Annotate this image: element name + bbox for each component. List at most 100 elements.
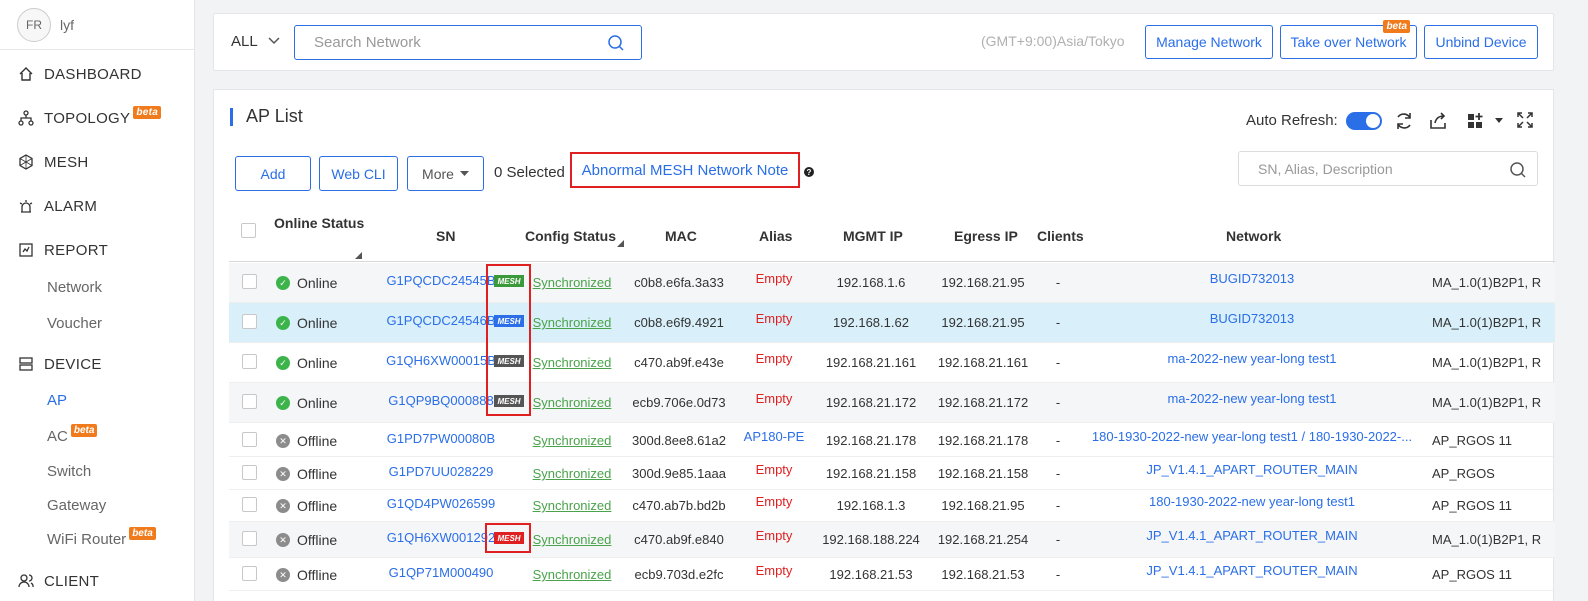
fullscreen-icon[interactable] <box>1516 111 1534 129</box>
nav-device-ac[interactable]: AC beta <box>47 424 98 445</box>
column-egress-ip[interactable]: Egress IP <box>954 228 1018 244</box>
column-network[interactable]: Network <box>1226 228 1281 244</box>
unbind-device-button[interactable]: Unbind Device <box>1424 25 1538 59</box>
table-row[interactable]: ✕ Offline G1PD7UU028229 Synchronized 300d.9e… <box>229 457 1555 490</box>
sn-link[interactable]: G1PQCDC24545B <box>386 273 495 288</box>
auto-refresh-toggle[interactable] <box>1346 112 1382 130</box>
more-dropdown[interactable]: More <box>407 156 484 191</box>
nav-report-voucher[interactable]: Voucher <box>47 315 102 332</box>
alias-value[interactable]: AP180-PE <box>744 429 805 444</box>
manage-network-button[interactable]: Manage Network <box>1145 25 1273 59</box>
config-status-link[interactable]: Synchronized <box>533 532 612 547</box>
network-link[interactable]: ma-2022-new year-long test1 <box>1167 351 1336 366</box>
nav-device[interactable]: DEVICE <box>0 354 195 374</box>
alias-value[interactable]: Empty <box>756 563 793 578</box>
search-icon[interactable] <box>1509 161 1527 179</box>
sn-link[interactable]: G1PQCDC24546B <box>386 313 495 328</box>
network-link[interactable]: 180-1930-2022-new year-long test1 <box>1149 494 1355 509</box>
column-alias[interactable]: Alias <box>759 228 792 244</box>
nav-alarm[interactable]: ALARM <box>0 196 195 216</box>
table-row[interactable]: ✓ Online G1QH6XW00015B MESH Synchronized c470… <box>229 343 1555 383</box>
sn-link[interactable]: G1PD7UU028229 <box>389 464 494 479</box>
row-checkbox[interactable] <box>242 531 257 546</box>
caret-down-icon[interactable] <box>1494 117 1504 125</box>
table-row[interactable]: ✓ Online G1PQCDC24545B MESH Synchronized c0b8… <box>229 263 1555 303</box>
nav-device-wifi-router[interactable]: WiFi Router beta <box>47 527 156 548</box>
device-search-input[interactable]: SN, Alias, Description <box>1238 151 1538 186</box>
row-checkbox[interactable] <box>242 566 257 581</box>
alias-value[interactable]: Empty <box>756 494 793 509</box>
table-row[interactable]: ✓ Online G1PQCDC24546B MESH Synchronized c0b8… <box>229 303 1555 343</box>
take-over-network-button[interactable]: Take over Network beta <box>1280 20 1417 59</box>
alias-value[interactable]: Empty <box>756 311 793 326</box>
row-checkbox[interactable] <box>242 465 257 480</box>
nav-device-gateway[interactable]: Gateway <box>47 497 106 514</box>
sn-link[interactable]: G1QP71M000490 <box>389 565 494 580</box>
help-icon[interactable]: ? <box>804 167 814 177</box>
alias-value[interactable]: Empty <box>756 271 793 286</box>
config-status-link[interactable]: Synchronized <box>533 315 612 330</box>
config-status-link[interactable]: Synchronized <box>533 498 612 513</box>
table-row[interactable]: ✓ Online G1QP9BQ000888 MESH Synchronized ecb9… <box>229 383 1555 423</box>
refresh-icon[interactable] <box>1394 111 1414 131</box>
nav-report[interactable]: REPORT <box>0 240 195 260</box>
row-checkbox[interactable] <box>242 354 257 369</box>
row-checkbox[interactable] <box>242 394 257 409</box>
network-link[interactable]: JP_V1.4.1_APART_ROUTER_MAIN <box>1146 462 1357 477</box>
config-status-link[interactable]: Synchronized <box>533 355 612 370</box>
alias-value[interactable]: Empty <box>756 391 793 406</box>
column-mac[interactable]: MAC <box>665 228 697 244</box>
column-sn[interactable]: SN <box>436 228 455 244</box>
search-icon[interactable] <box>607 34 625 52</box>
network-link[interactable]: 180-1930-2022-new year-long test1 / 180-… <box>1092 429 1412 444</box>
scope-select[interactable]: ALL <box>231 33 281 50</box>
column-config-status[interactable]: Config Status <box>525 228 616 244</box>
network-search-input[interactable]: Search Network <box>294 25 642 60</box>
column-clients[interactable]: Clients <box>1037 228 1084 244</box>
table-row[interactable]: ✕ Offline G1PD7PW00080B Synchronized 300d.8e… <box>229 424 1555 457</box>
column-settings-icon[interactable] <box>1466 111 1486 131</box>
sn-link[interactable]: G1QP9BQ000888 <box>388 393 494 408</box>
network-link[interactable]: BUGID732013 <box>1210 311 1295 326</box>
alias-value[interactable]: Empty <box>756 462 793 477</box>
row-checkbox[interactable] <box>242 274 257 289</box>
abnormal-mesh-note-link[interactable]: Abnormal MESH Network Note <box>570 152 800 188</box>
sort-icon[interactable] <box>355 252 362 259</box>
config-status-link[interactable]: Synchronized <box>533 395 612 410</box>
nav-dashboard[interactable]: DASHBOARD <box>0 64 195 84</box>
avatar[interactable]: FR <box>17 7 51 42</box>
row-checkbox[interactable] <box>242 314 257 329</box>
nav-topology[interactable]: TOPOLOGY beta <box>0 105 195 128</box>
network-link[interactable]: JP_V1.4.1_APART_ROUTER_MAIN <box>1146 563 1357 578</box>
sn-link[interactable]: G1QH6XW00015B <box>386 353 496 368</box>
nav-client[interactable]: CLIENT <box>0 571 195 591</box>
nav-device-switch[interactable]: Switch <box>47 463 91 480</box>
sn-link[interactable]: G1PD7PW00080B <box>387 431 495 446</box>
config-status-link[interactable]: Synchronized <box>533 567 612 582</box>
sort-icon[interactable] <box>617 240 624 247</box>
add-button[interactable]: Add <box>235 156 311 191</box>
network-link[interactable]: JP_V1.4.1_APART_ROUTER_MAIN <box>1146 528 1357 543</box>
export-icon[interactable] <box>1428 111 1448 131</box>
config-status-link[interactable]: Synchronized <box>533 433 612 448</box>
config-status-link[interactable]: Synchronized <box>533 275 612 290</box>
table-row[interactable]: ✕ Offline G1QP71M000490 Synchronized ecb9.70… <box>229 558 1555 591</box>
row-checkbox[interactable] <box>242 432 257 447</box>
user-profile[interactable]: FR lyf <box>0 0 194 50</box>
column-online-status[interactable]: Online Status <box>274 215 364 231</box>
nav-device-ap[interactable]: AP <box>47 392 67 409</box>
sn-link[interactable]: G1QH6XW001292 <box>387 530 495 545</box>
web-cli-button[interactable]: Web CLI <box>319 156 398 191</box>
alias-value[interactable]: Empty <box>756 528 793 543</box>
nav-mesh[interactable]: MESH <box>0 152 195 172</box>
config-status-link[interactable]: Synchronized <box>533 466 612 481</box>
alias-value[interactable]: Empty <box>756 351 793 366</box>
column-mgmt-ip[interactable]: MGMT IP <box>843 228 903 244</box>
table-row[interactable]: ✕ Offline G1QH6XW001292 MESH Synchronized c47… <box>229 522 1555 558</box>
table-row[interactable]: ✕ Offline G1QD4PW026599 Synchronized c470.ab… <box>229 490 1555 522</box>
select-all-checkbox[interactable] <box>241 223 256 238</box>
network-link[interactable]: ma-2022-new year-long test1 <box>1167 391 1336 406</box>
nav-report-network[interactable]: Network <box>47 279 102 296</box>
network-link[interactable]: BUGID732013 <box>1210 271 1295 286</box>
sn-link[interactable]: G1QD4PW026599 <box>387 496 495 511</box>
